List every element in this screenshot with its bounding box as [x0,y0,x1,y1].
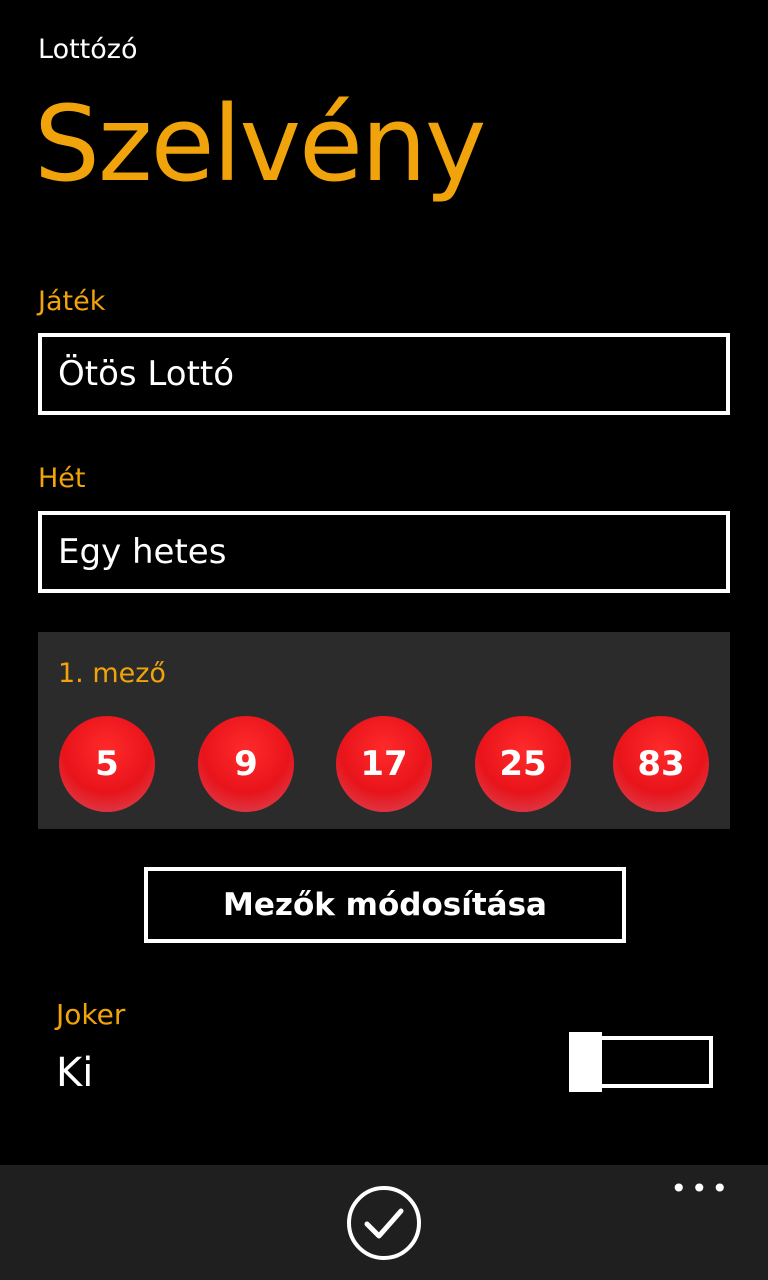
app-bar: ••• [0,1165,768,1280]
app-title: Lottózó [38,34,138,65]
number-ball: 5 [59,716,155,812]
page-title: Szelvény [34,83,486,205]
week-picker[interactable]: Egy hetes [38,511,730,593]
joker-label: Joker [56,998,126,1031]
number-ball: 9 [198,716,294,812]
accept-button[interactable] [345,1184,423,1262]
number-ball: 25 [475,716,571,812]
number-ball: 83 [613,716,709,812]
joker-toggle[interactable] [569,1032,713,1092]
week-picker-value: Egy hetes [58,532,227,572]
week-label: Hét [38,463,86,494]
toggle-thumb [569,1032,602,1092]
game-picker[interactable]: Ötös Lottó [38,333,730,415]
more-options-icon[interactable]: ••• [670,1175,732,1203]
field-panel[interactable]: 1. mező 5 9 17 25 83 [38,632,730,829]
modify-fields-button-label: Mezők módosítása [223,887,547,923]
game-picker-value: Ötös Lottó [58,354,235,394]
check-circle-icon [347,1186,421,1260]
number-ball: 17 [336,716,432,812]
joker-state: Ki [56,1050,94,1096]
field-panel-title: 1. mező [58,658,166,689]
game-label: Játék [38,286,106,317]
modify-fields-button[interactable]: Mezők módosítása [144,867,626,943]
